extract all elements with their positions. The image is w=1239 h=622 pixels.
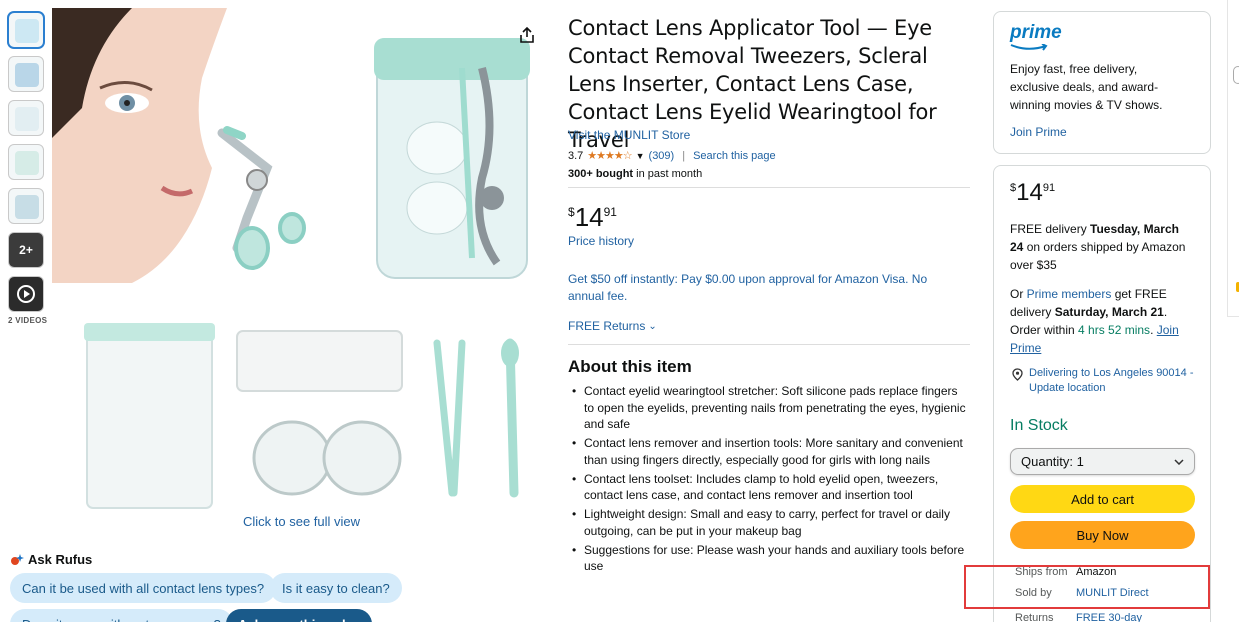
price-whole: 14 xyxy=(574,202,604,232)
rufus-question-1[interactable]: Can it be used with all contact lens typ… xyxy=(10,573,277,603)
rufus-question-3[interactable]: Does it come with a storage case? xyxy=(10,609,233,622)
period-text: . xyxy=(1150,323,1157,337)
list-item: Suggestions for use: Please wash your ha… xyxy=(568,542,968,575)
review-count-link[interactable]: (309) xyxy=(649,150,675,162)
buybox-price-cents: 91 xyxy=(1042,182,1056,194)
travel-case-photo xyxy=(374,38,530,279)
prime-smile-icon xyxy=(1010,44,1048,51)
rufus-title-text: Ask Rufus xyxy=(28,552,93,567)
prime-delivery-info: Or Prime members get FREE delivery Satur… xyxy=(1010,285,1195,357)
video-thumbnail[interactable] xyxy=(8,276,44,312)
chevron-down-icon: ⌄ xyxy=(648,320,657,332)
more-thumbnails-button[interactable]: 2+ xyxy=(8,232,44,268)
share-icon[interactable] xyxy=(518,26,536,44)
join-prime-link[interactable]: Join Prime xyxy=(1010,125,1067,139)
delivery-location-text: Delivering to Los Angeles 90014 - Update… xyxy=(1029,367,1194,394)
divider xyxy=(568,187,970,188)
rufus-title: Ask Rufus xyxy=(10,552,92,567)
thumbnail-2[interactable] xyxy=(8,56,44,92)
star-rating-icon[interactable]: ★★★★☆ xyxy=(587,149,632,162)
quantity-select[interactable]: Quantity: 1 xyxy=(1010,448,1195,475)
list-item: Contact lens toolset: Includes clamp to … xyxy=(568,471,968,504)
prime-delivery-date: Saturday, March 21 xyxy=(1054,305,1164,319)
store-link[interactable]: Visit the MUNLIT Store xyxy=(568,128,690,142)
returns-policy-link[interactable]: FREE 30-day xyxy=(1076,612,1142,622)
countdown: 4 hrs 52 mins xyxy=(1078,323,1151,337)
divider xyxy=(568,344,970,345)
thumbnail-strip: 2+ 2 VIDEOS xyxy=(8,12,48,325)
delivery-location-link[interactable]: Delivering to Los Angeles 90014 - Update… xyxy=(1012,366,1202,396)
location-pin-icon xyxy=(1012,368,1023,381)
prime-members-link[interactable]: Prime members xyxy=(1027,287,1112,301)
prime-description: Enjoy fast, free delivery, exclusive dea… xyxy=(1010,62,1163,112)
returns-row: Returns FREE 30-day xyxy=(1015,612,1142,622)
prime-logo-text: prime xyxy=(1010,22,1062,43)
about-bullets: Contact eyelid wearingtool stretcher: So… xyxy=(568,383,968,577)
list-item: Contact eyelid wearingtool stretcher: So… xyxy=(568,383,968,433)
divider xyxy=(1227,316,1239,317)
thumbnail-1[interactable] xyxy=(8,12,44,48)
chevron-down-icon[interactable]: ▼ xyxy=(636,151,645,161)
divider: | xyxy=(682,149,686,162)
free-returns-label: FREE Returns xyxy=(568,319,646,333)
returns-label: Returns xyxy=(1015,612,1054,622)
visa-promo-link[interactable]: Get $50 off instantly: Pay $0.00 upon ap… xyxy=(568,271,963,305)
rating-row: 3.7 ★★★★☆ ▼ (309) | Search this page xyxy=(568,149,776,163)
rufus-icon xyxy=(11,553,24,565)
components-photo xyxy=(84,323,519,509)
partial-control xyxy=(1233,66,1239,84)
stock-status: In Stock xyxy=(1010,417,1068,434)
delivery-text: FREE delivery xyxy=(1010,222,1091,236)
bought-count-rest: in past month xyxy=(633,168,703,180)
delivery-text-rest: on orders shipped by Amazon over $35 xyxy=(1010,240,1186,272)
price-symbol: $ xyxy=(568,205,575,219)
thumbnail-5[interactable] xyxy=(8,188,44,224)
price-history-link[interactable]: Price history xyxy=(568,234,634,248)
rufus-question-2[interactable]: Is it easy to clean? xyxy=(270,573,402,603)
prime-delivery-or: Or xyxy=(1010,287,1027,301)
highlight-box xyxy=(964,565,1210,609)
buybox-price-whole: 14 xyxy=(1016,179,1043,206)
free-returns-link[interactable]: FREE Returns ⌄ xyxy=(568,319,657,333)
price: $ 14 91 xyxy=(568,204,617,230)
model-photo xyxy=(52,8,306,283)
buy-now-button[interactable]: Buy Now xyxy=(1010,521,1195,549)
ask-something-else-button[interactable]: Ask something else xyxy=(226,609,373,622)
list-item: Lightweight design: Small and easy to ca… xyxy=(568,506,968,539)
divider xyxy=(1227,0,1228,316)
delivery-info: FREE delivery Tuesday, March 24 on order… xyxy=(1010,220,1195,274)
bought-count: 300+ bought in past month xyxy=(568,168,702,180)
buybox-price: $ 14 91 xyxy=(1010,181,1055,205)
rating-value: 3.7 xyxy=(568,149,584,162)
videos-label: 2 VIDEOS xyxy=(8,316,48,325)
thumbnail-4[interactable] xyxy=(8,144,44,180)
main-product-image[interactable] xyxy=(52,8,547,513)
bought-count-bold: 300+ bought xyxy=(568,168,634,180)
list-item: Contact lens remover and insertion tools… xyxy=(568,435,968,468)
about-heading: About this item xyxy=(568,357,692,376)
chevron-down-icon xyxy=(1174,458,1184,465)
full-view-link[interactable]: Click to see full view xyxy=(243,514,360,529)
prime-logo: prime xyxy=(1010,22,1062,51)
add-to-cart-button[interactable]: Add to cart xyxy=(1010,485,1195,513)
price-cents: 91 xyxy=(603,205,617,219)
search-page-link[interactable]: Search this page xyxy=(693,150,776,162)
quantity-value: Quantity: 1 xyxy=(1021,454,1084,469)
play-icon xyxy=(17,285,35,303)
thumbnail-3[interactable] xyxy=(8,100,44,136)
